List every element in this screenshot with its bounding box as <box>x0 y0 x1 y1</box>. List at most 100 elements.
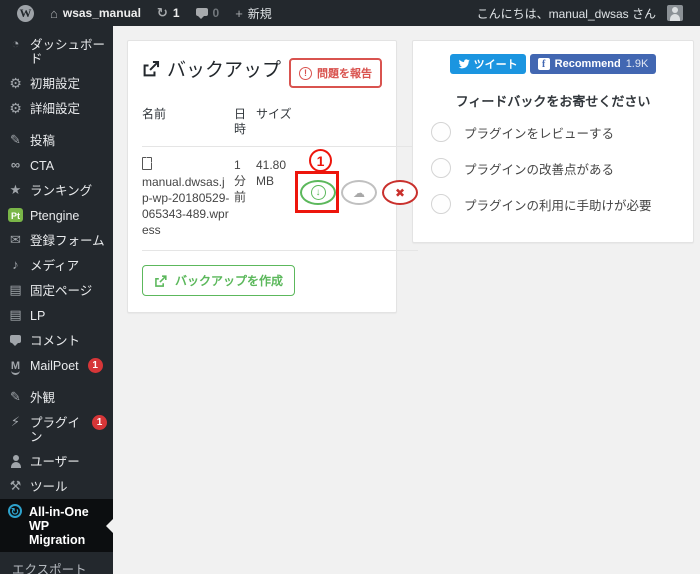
column-header-size: サイズ <box>256 98 298 147</box>
column-header-name: 名前 <box>142 98 234 147</box>
sidebar-item-label: Ptengine <box>30 209 80 223</box>
sidebar-menu: ダッシュボード初期設定詳細設定投稿 CTA ランキング Ptengine 登録フォームメ… <box>0 26 113 552</box>
greeting-text: こんにちは、manual_dwsas さん <box>476 6 656 21</box>
backup-name-cell: manual.dwsas.jp-wp-20180529-065343-489.w… <box>142 147 234 251</box>
update-icon: ↻ <box>156 5 168 20</box>
sidebar-item-label: 詳細設定 <box>30 102 81 116</box>
comment-icon <box>8 333 23 347</box>
sidebar-item-label: MailPoet <box>30 359 79 373</box>
backup-size-cell: 41.80 MB <box>256 147 298 251</box>
sidebar-item-ranking[interactable]: ランキング <box>0 178 113 203</box>
updates-menu[interactable]: ↻ 1 <box>150 0 187 26</box>
feedback-heading: フィードバックをお寄せください <box>455 94 651 109</box>
dashboard-icon <box>8 37 23 51</box>
sidebar-item-label: ダッシュボード <box>30 38 106 66</box>
delete-x-icon: ✖ <box>394 185 406 200</box>
create-backup-button[interactable]: バックアップを作成 <box>142 265 296 296</box>
gear-icon <box>8 76 23 91</box>
feedback-options: プラグインをレビューするプラグインの改善点があるプラグインの利用に手助けが必要 <box>429 114 677 222</box>
sidebar-item-plugins[interactable]: プラグイン 1 <box>0 410 113 449</box>
backup-date-cell: 1分前 <box>234 147 256 251</box>
pages-icon <box>8 308 23 322</box>
sidebar-item-appearance[interactable]: 外観 <box>0 385 113 410</box>
account-menu[interactable]: こんにちは、manual_dwsas さん <box>470 0 690 26</box>
tools-icon <box>8 479 23 493</box>
sidebar-item-label: ユーザー <box>30 455 80 469</box>
sidebar-item-ptengine[interactable]: Ptengine <box>0 203 113 228</box>
backups-table: 名前 日時 サイズ manual.dwsas.jp-wp-20180529-06… <box>142 98 418 251</box>
sidebar-item-label: 登録フォーム <box>30 234 105 248</box>
sidebar-item-label: メディア <box>30 259 80 273</box>
sidebar-item-initial-settings[interactable]: 初期設定 <box>0 71 113 96</box>
media-icon <box>8 258 23 272</box>
comments-menu[interactable]: 0 <box>189 0 227 26</box>
feedback-option-label: プラグインの改善点がある <box>464 162 615 177</box>
facebook-f-icon: f <box>537 58 550 70</box>
count-badge: 1 <box>92 415 107 430</box>
pin-icon <box>8 133 23 147</box>
twitter-bird-icon <box>458 59 470 69</box>
restore-cloud-icon: ☁ <box>353 185 365 200</box>
sidebar-item-label: All-in-One WP Migration <box>29 505 89 547</box>
sidebar-item-all-in-one-wp-migration[interactable]: All-in-One WP Migration <box>0 499 113 552</box>
annotation-step-number: 1 <box>309 149 332 172</box>
site-name-menu[interactable]: ⌂ wsas_manual <box>43 0 148 26</box>
backup-actions-cell: 1 ↓ ☁ ✖ <box>295 147 418 251</box>
sidebar-item-label: 投稿 <box>30 134 56 148</box>
plugin-icon <box>8 415 23 429</box>
sidebar-item-media[interactable]: メディア <box>0 253 113 278</box>
admin-bar: W ⌂ wsas_manual ↻ 1 0 + 新規 こんにちは、manual_… <box>0 0 700 26</box>
wp-logo-menu[interactable]: W <box>10 0 41 26</box>
sidebar-item-label: コメント <box>30 334 81 348</box>
sidebar-item-tools[interactable]: ツール <box>0 474 113 499</box>
home-icon: ⌂ <box>50 5 58 21</box>
file-icon <box>142 157 152 170</box>
sidebar-item-mailpoet[interactable]: MailPoet 1 <box>0 353 113 378</box>
sidebar-item-label: CTA <box>30 159 55 173</box>
sidebar-item-registration-form[interactable]: 登録フォーム <box>0 228 113 253</box>
tweet-button[interactable]: ツイート <box>449 54 526 74</box>
backup-file-name: manual.dwsas.jp-wp-20180529-065343-489.w… <box>142 175 230 237</box>
pages-icon <box>8 283 23 297</box>
sidebar-item-lp[interactable]: LP <box>0 303 113 328</box>
recommend-count: 1.9K <box>625 58 649 70</box>
facebook-recommend-button[interactable]: f Recommend 1.9K <box>529 54 657 74</box>
export-icon <box>155 274 167 287</box>
sidebar-item-comments[interactable]: コメント <box>0 328 113 353</box>
mail-icon <box>8 233 23 247</box>
sidebar-item-pages[interactable]: 固定ページ <box>0 278 113 303</box>
sidebar-item-cta[interactable]: CTA <box>0 153 113 178</box>
radio-button[interactable] <box>431 158 451 178</box>
delete-backup-button[interactable]: ✖ <box>382 180 418 205</box>
feedback-option-label: プラグインの利用に手助けが必要 <box>464 198 652 213</box>
radio-button[interactable] <box>431 122 451 142</box>
user-icon <box>8 454 23 468</box>
radio-button[interactable] <box>431 194 451 214</box>
mailpoet-icon <box>8 358 23 373</box>
submenu-item-export[interactable]: エクスポート <box>0 560 113 574</box>
sidebar-item-posts[interactable]: 投稿 <box>0 128 113 153</box>
award-icon <box>8 183 23 197</box>
sidebar-item-label: LP <box>30 309 46 323</box>
submenu-item-label: エクスポート <box>12 563 87 574</box>
comment-count: 0 <box>212 6 220 20</box>
sidebar-item-advanced-settings[interactable]: 詳細設定 <box>0 96 113 121</box>
avatar <box>667 5 683 21</box>
brush-icon <box>8 390 23 404</box>
feedback-option-2[interactable]: プラグインの利用に手助けが必要 <box>429 186 677 222</box>
restore-backup-button[interactable]: ☁ <box>341 180 377 205</box>
feedback-option-0[interactable]: プラグインをレビューする <box>429 114 677 150</box>
report-issue-button[interactable]: ! 問題を報告 <box>289 58 382 88</box>
new-menu[interactable]: + 新規 <box>228 0 279 26</box>
sidebar-item-dashboard[interactable]: ダッシュボード <box>0 32 113 71</box>
download-backup-button[interactable]: ↓ <box>300 180 336 205</box>
main-content: バックアップ ! 問題を報告 名前 日時 サイズ manual.dwsas.jp… <box>113 26 700 574</box>
wordpress-logo-icon: W <box>17 4 34 22</box>
feedback-card: ツイート f Recommend 1.9K フィードバックをお寄せください プラ… <box>412 40 694 243</box>
migration-icon <box>8 504 22 518</box>
alert-icon: ! <box>299 66 312 80</box>
sidebar-item-users[interactable]: ユーザー <box>0 449 113 474</box>
feedback-option-1[interactable]: プラグインの改善点がある <box>429 150 677 186</box>
plus-icon: + <box>235 5 243 21</box>
ptengine-icon <box>8 208 23 222</box>
